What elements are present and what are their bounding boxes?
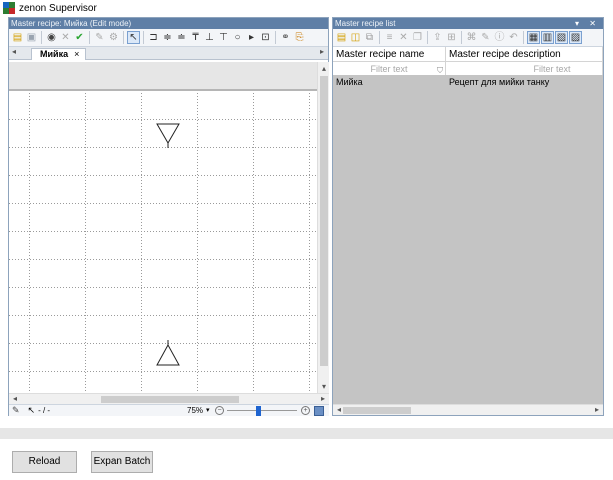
undo-icon[interactable]: ↶ (507, 31, 520, 44)
filter-view-icon[interactable]: ▦ (527, 31, 540, 44)
recipe-end-symbol[interactable] (156, 340, 180, 366)
filter-name-placeholder: Filter text (370, 64, 408, 74)
table-row[interactable]: Мийка Рецепт для мийки танку (333, 76, 603, 89)
canvas-vertical-scrollbar[interactable]: ▴ ▾ (317, 62, 329, 393)
pointer-icon[interactable]: ↖ (127, 31, 140, 44)
phase-icon[interactable]: ⊐ (147, 31, 160, 44)
end-icon[interactable]: ○ (231, 31, 244, 44)
filter-name-input[interactable]: Filter text ⛉ (333, 62, 446, 75)
parallel-end-icon[interactable]: ≐ (175, 31, 188, 44)
alt-start-icon[interactable]: ₸ (189, 31, 202, 44)
funnel-icon[interactable]: ⛉ (437, 64, 443, 78)
rename-icon[interactable]: ≡ (383, 31, 396, 44)
app-title: zenon Supervisor (19, 2, 97, 14)
scroll-down-icon[interactable]: ▾ (318, 382, 330, 391)
zoom-in-icon[interactable]: + (301, 406, 310, 415)
canvas-horizontal-scrollbar[interactable]: ◂ ▸ (9, 393, 329, 404)
scroll-up-icon[interactable]: ▴ (318, 64, 330, 73)
tab-recipe[interactable]: Мийка × (31, 48, 87, 60)
save-icon[interactable]: ▣ (25, 31, 38, 44)
new-recipe-icon[interactable]: ▤ (335, 31, 348, 44)
list-pane-header: Master recipe list ▾ ✕ (333, 18, 603, 29)
pane-header-buttons[interactable]: ▾ ✕ (575, 18, 600, 29)
tab-scroll-right-icon[interactable]: ▸ (320, 47, 324, 56)
document-tab-strip: ◂ Мийка × ▸ (9, 47, 328, 60)
list-scroll-right-icon[interactable]: ▸ (591, 405, 603, 414)
tab-close-icon[interactable]: × (74, 49, 79, 60)
scroll-left-icon[interactable]: ◂ (9, 394, 21, 403)
export-icon[interactable]: ⎘ (293, 31, 306, 44)
release-icon[interactable]: ⇪ (431, 31, 444, 44)
filter-description-input[interactable]: Filter text (446, 62, 603, 75)
transition-icon[interactable]: ⊤ (217, 31, 230, 44)
list-horizontal-scrollbar[interactable]: ◂ ▸ (333, 404, 603, 415)
settings-icon[interactable]: ⚙ (107, 31, 120, 44)
pencil-icon[interactable]: ✎ (12, 405, 20, 416)
tab-scroll-left-icon[interactable]: ◂ (12, 47, 16, 56)
zoom-fit-icon[interactable] (314, 406, 324, 416)
tag-icon[interactable]: ⌘ (465, 31, 478, 44)
filter-description-placeholder: Filter text (533, 64, 571, 74)
export-view-icon[interactable]: ▨ (569, 31, 582, 44)
copy-recipe-icon[interactable]: ⧉ (363, 31, 376, 44)
recipe-start-symbol[interactable] (156, 123, 180, 148)
recipe-description-cell[interactable]: Рецепт для мийки танку (446, 76, 603, 89)
cursor-position: - / - (38, 406, 51, 415)
run-icon[interactable]: ▸ (245, 31, 258, 44)
recipe-canvas[interactable] (9, 62, 317, 392)
list-pane-title: Master recipe list (335, 19, 396, 28)
phase-box-icon[interactable]: ⊡ (259, 31, 272, 44)
recipe-name-cell[interactable]: Мийка (333, 76, 446, 89)
edit-view-icon[interactable]: ▧ (555, 31, 568, 44)
master-recipe-editor-pane: Master recipe: Мийка (Edit mode) ▤ ▣ ◉ ✕… (8, 17, 329, 416)
bottom-divider (0, 428, 613, 439)
lock-icon[interactable]: ⊞ (445, 31, 458, 44)
new-icon[interactable]: ▤ (11, 31, 24, 44)
master-recipe-list-pane: Master recipe list ▾ ✕ ▤ ◫ ⧉ ≡ ✕ ❐ ⇪ ⊞ ⌘… (332, 17, 604, 416)
zoom-slider-track[interactable] (227, 410, 297, 411)
zoom-dropdown-icon[interactable]: ▾ (206, 405, 210, 417)
parallel-start-icon[interactable]: ≑ (161, 31, 174, 44)
zoom-out-icon[interactable]: − (215, 406, 224, 415)
expand-batch-button[interactable]: Expan Batch (91, 451, 153, 473)
edit-recipe-icon[interactable]: ✎ (479, 31, 492, 44)
list-scroll-thumb[interactable] (343, 407, 411, 414)
check-icon[interactable]: ✔ (73, 31, 86, 44)
filter-row: Filter text ⛉ Filter text (333, 62, 603, 76)
view-icon[interactable]: ◉ (45, 31, 58, 44)
app-title-bar: zenon Supervisor (0, 0, 613, 16)
vertical-scroll-thumb[interactable] (320, 76, 328, 366)
horizontal-scroll-thumb[interactable] (101, 396, 239, 403)
alt-end-icon[interactable]: ⊥ (203, 31, 216, 44)
link-icon[interactable]: ⚭ (279, 31, 292, 44)
tab-label: Мийка (40, 49, 69, 59)
cut-icon[interactable]: ✕ (59, 31, 72, 44)
cursor-icon: ↖ (27, 405, 36, 415)
column-header-name[interactable]: Master recipe name (333, 47, 446, 61)
column-header-description[interactable]: Master recipe description (446, 47, 603, 61)
list-column-headers: Master recipe name Master recipe descrip… (333, 47, 603, 62)
info-icon[interactable]: ⓘ (493, 31, 506, 44)
open-recipe-icon[interactable]: ◫ (349, 31, 362, 44)
zenon-logo-icon (3, 2, 15, 14)
reload-button[interactable]: Reload (12, 451, 77, 473)
canvas-header-band (9, 62, 317, 91)
canvas-grid (9, 93, 317, 392)
list-view-icon[interactable]: ▥ (541, 31, 554, 44)
scroll-right-icon[interactable]: ▸ (317, 394, 329, 403)
duplicate-icon[interactable]: ❐ (411, 31, 424, 44)
edit-icon[interactable]: ✎ (93, 31, 106, 44)
editor-pane-header: Master recipe: Мийка (Edit mode) (9, 18, 328, 29)
delete-icon[interactable]: ✕ (397, 31, 410, 44)
editor-status-bar: ✎ ↖ - / - 75% ▾ − + (9, 404, 329, 416)
zoom-slider-thumb[interactable] (256, 406, 261, 416)
list-toolbar: ▤ ◫ ⧉ ≡ ✕ ❐ ⇪ ⊞ ⌘ ✎ ⓘ ↶ ▦ ▥ ▧ ▨ (333, 29, 603, 47)
editor-toolbar: ▤ ▣ ◉ ✕ ✔ ✎ ⚙ ↖ ⊐ ≑ ≐ ₸ ⊥ ⊤ ○ ▸ ⊡ ⚭ ⎘ (9, 29, 328, 47)
zoom-level: 75% (187, 406, 204, 415)
